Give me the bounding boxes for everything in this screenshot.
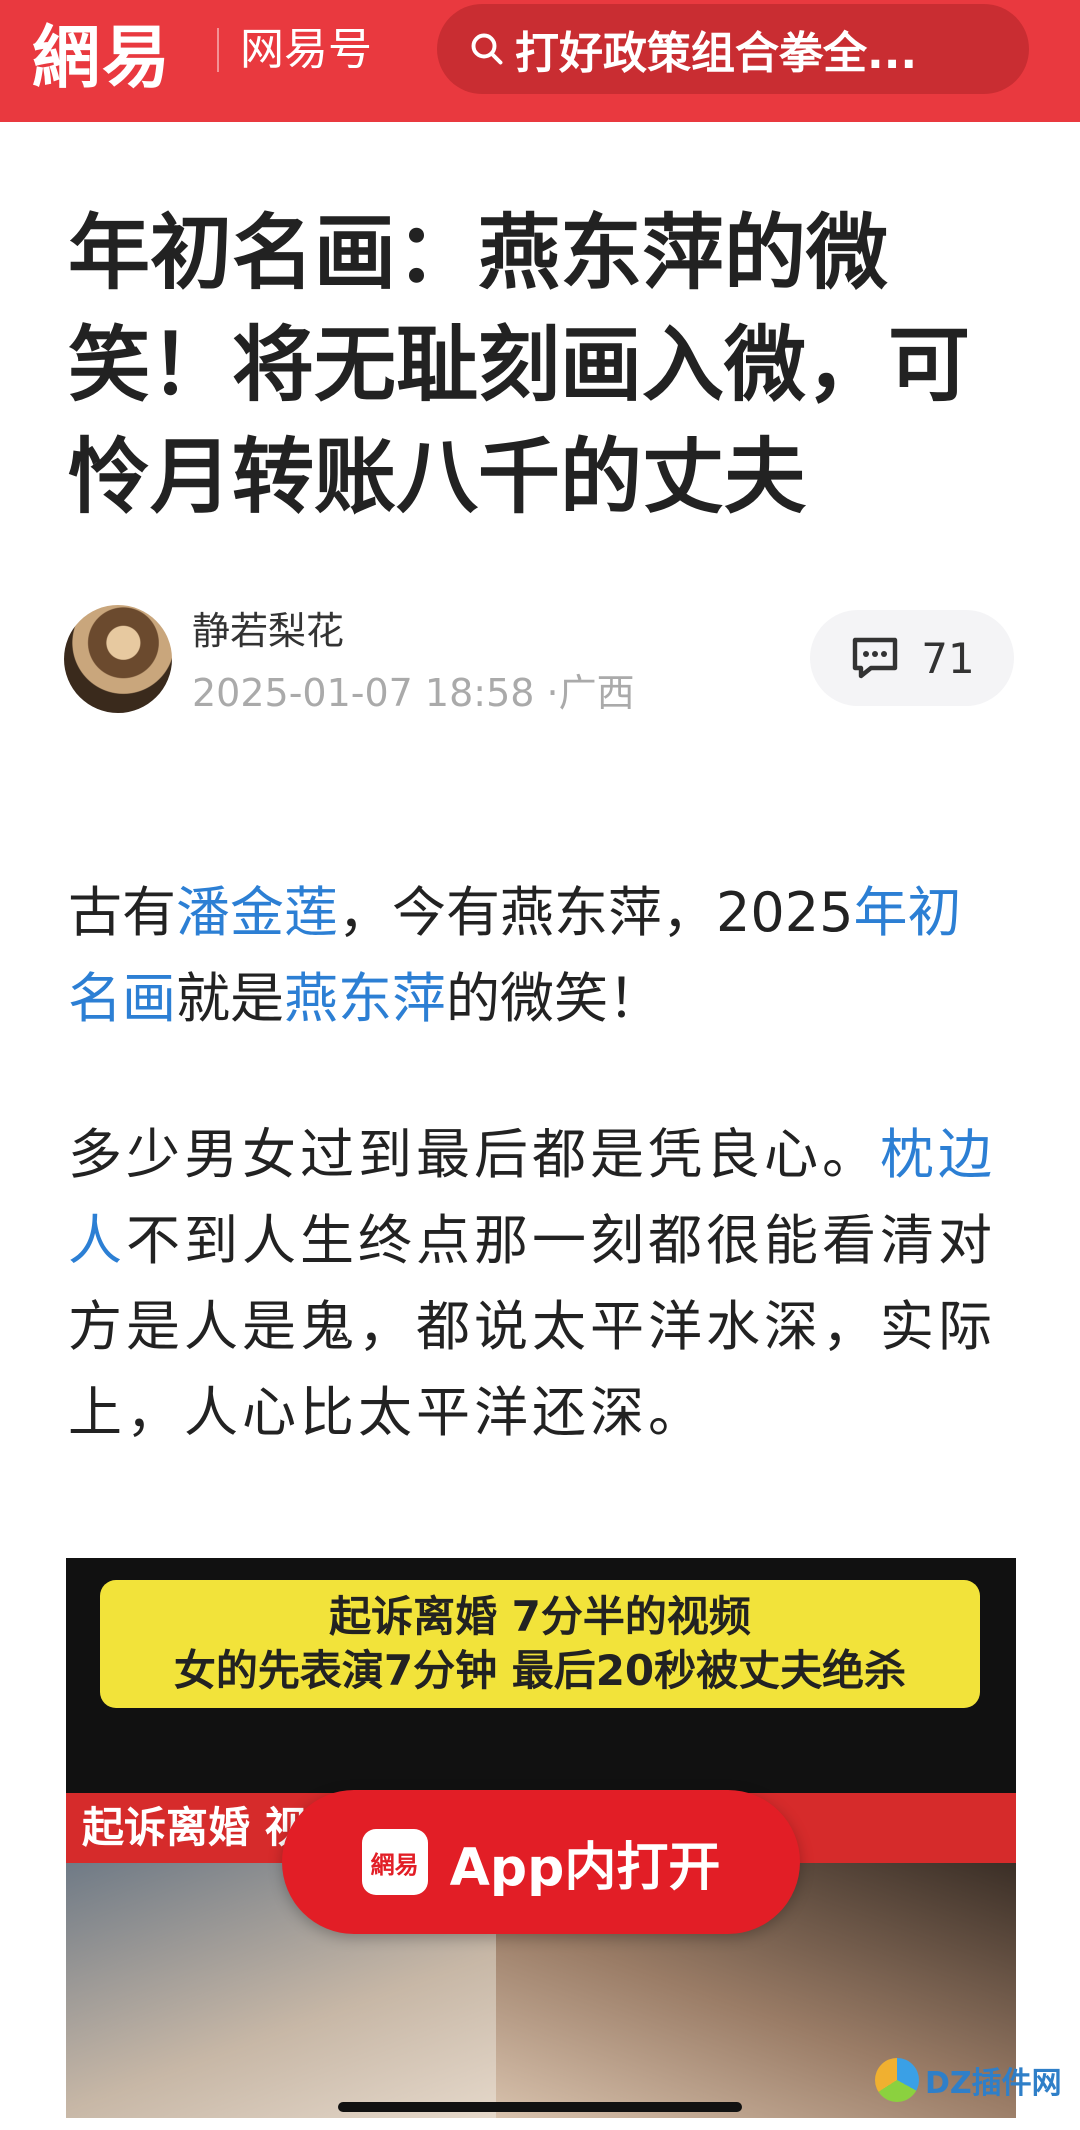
author-name[interactable]: 静若梨花 [192, 600, 344, 655]
open-in-app-label: App内打开 [449, 1837, 721, 1898]
paragraph-2: 多少男女过到最后都是凭良心。枕边人不到人生终点那一刻都很能看清对方是人是鬼，都说… [68, 1112, 1013, 1456]
paragraph-text: 多少男女过到最后都是凭良心。 [68, 1123, 880, 1186]
open-in-app-button[interactable]: 網易 App内打开 [282, 1790, 800, 1934]
comment-button[interactable]: 71 [810, 610, 1014, 706]
top-header-bar: 網易 网易号 打好政策组合拳全... [0, 0, 1080, 122]
channel-label[interactable]: 网易号 [240, 20, 372, 80]
watermark-logo-icon [875, 2058, 919, 2102]
paragraph-text: 不到人生终点那一刻都很能看清对方是人是鬼，都说太平洋水深，实际上，人心比太平洋还… [68, 1209, 996, 1444]
publish-location: ·广西 [546, 671, 635, 715]
paragraph-text: ，今有燕东萍，2025 [338, 881, 854, 944]
article-title: 年初名画：燕东萍的微笑！将无耻刻画入微，可怜月转账八千的丈夫 [68, 206, 971, 525]
paragraph-text: 就是 [176, 967, 284, 1030]
paragraph-1: 古有潘金莲，今有燕东萍，2025年初名画就是燕东萍的微笑！ [68, 870, 1013, 1042]
header-divider [217, 28, 219, 72]
search-icon [471, 33, 503, 65]
paragraph-text: 古有 [68, 881, 176, 944]
watermark: DZ插件网 [875, 2040, 1075, 2120]
inline-link[interactable]: 燕东萍 [284, 967, 446, 1030]
publish-meta: 2025-01-07 18:58 ·广西 [192, 662, 635, 717]
paragraph-text: 的微笑！ [446, 967, 662, 1030]
watermark-text: DZ插件网 [925, 2066, 1062, 2101]
netease-logo[interactable]: 網易 [32, 14, 172, 104]
search-hot-text: 打好政策组合拳全... [515, 28, 918, 79]
comment-icon [853, 637, 898, 679]
author-avatar[interactable] [64, 605, 172, 713]
image-caption-line1: 起诉离婚 7分半的视频 [329, 1592, 751, 1641]
inline-link[interactable]: 潘金莲 [176, 881, 338, 944]
image-caption-line2: 女的先表演7分钟 最后20秒被丈夫绝杀 [173, 1646, 907, 1695]
search-bar[interactable]: 打好政策组合拳全... [437, 4, 1029, 94]
author-row: 静若梨花 2025-01-07 18:58 ·广西 71 [64, 600, 1014, 720]
comment-count: 71 [921, 633, 975, 683]
netease-app-icon: 網易 [361, 1829, 428, 1895]
image-caption-box: 起诉离婚 7分半的视频 女的先表演7分钟 最后20秒被丈夫绝杀 [100, 1580, 980, 1708]
publish-date: 2025-01-07 18:58 [192, 671, 535, 715]
home-indicator[interactable] [338, 2102, 742, 2112]
